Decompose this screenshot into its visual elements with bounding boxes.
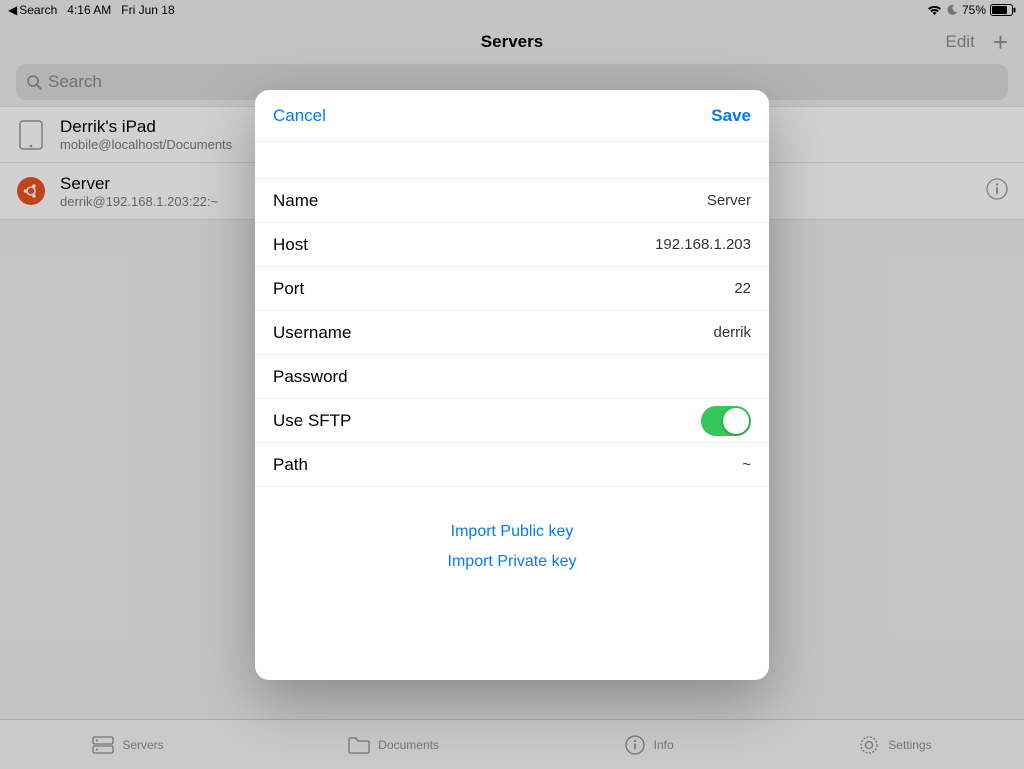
server-edit-modal: Cancel Save Name Server Host 192.168.1.2… — [255, 90, 769, 680]
cancel-button[interactable]: Cancel — [273, 106, 326, 126]
field-label: Username — [273, 323, 351, 343]
field-label: Port — [273, 279, 304, 299]
import-private-key-button[interactable]: Import Private key — [448, 553, 577, 571]
field-label: Password — [273, 367, 348, 387]
import-public-key-button[interactable]: Import Public key — [451, 523, 574, 541]
field-label: Path — [273, 455, 308, 475]
username-field[interactable]: Username derrik — [255, 311, 769, 355]
sftp-toggle[interactable] — [701, 406, 751, 436]
toggle-knob — [723, 408, 749, 434]
field-label: Host — [273, 235, 308, 255]
field-value: 192.168.1.203 — [655, 236, 751, 253]
field-label: Name — [273, 191, 318, 211]
field-value: ~ — [742, 456, 751, 473]
field-value: Server — [707, 192, 751, 209]
field-label: Use SFTP — [273, 411, 351, 431]
save-button[interactable]: Save — [711, 106, 751, 126]
port-field[interactable]: Port 22 — [255, 267, 769, 311]
path-field[interactable]: Path ~ — [255, 443, 769, 487]
sftp-field: Use SFTP — [255, 399, 769, 443]
password-field[interactable]: Password — [255, 355, 769, 399]
field-value: derrik — [713, 324, 751, 341]
modal-header: Cancel Save — [255, 90, 769, 142]
name-field[interactable]: Name Server — [255, 179, 769, 223]
field-value: 22 — [734, 280, 751, 297]
host-field[interactable]: Host 192.168.1.203 — [255, 223, 769, 267]
